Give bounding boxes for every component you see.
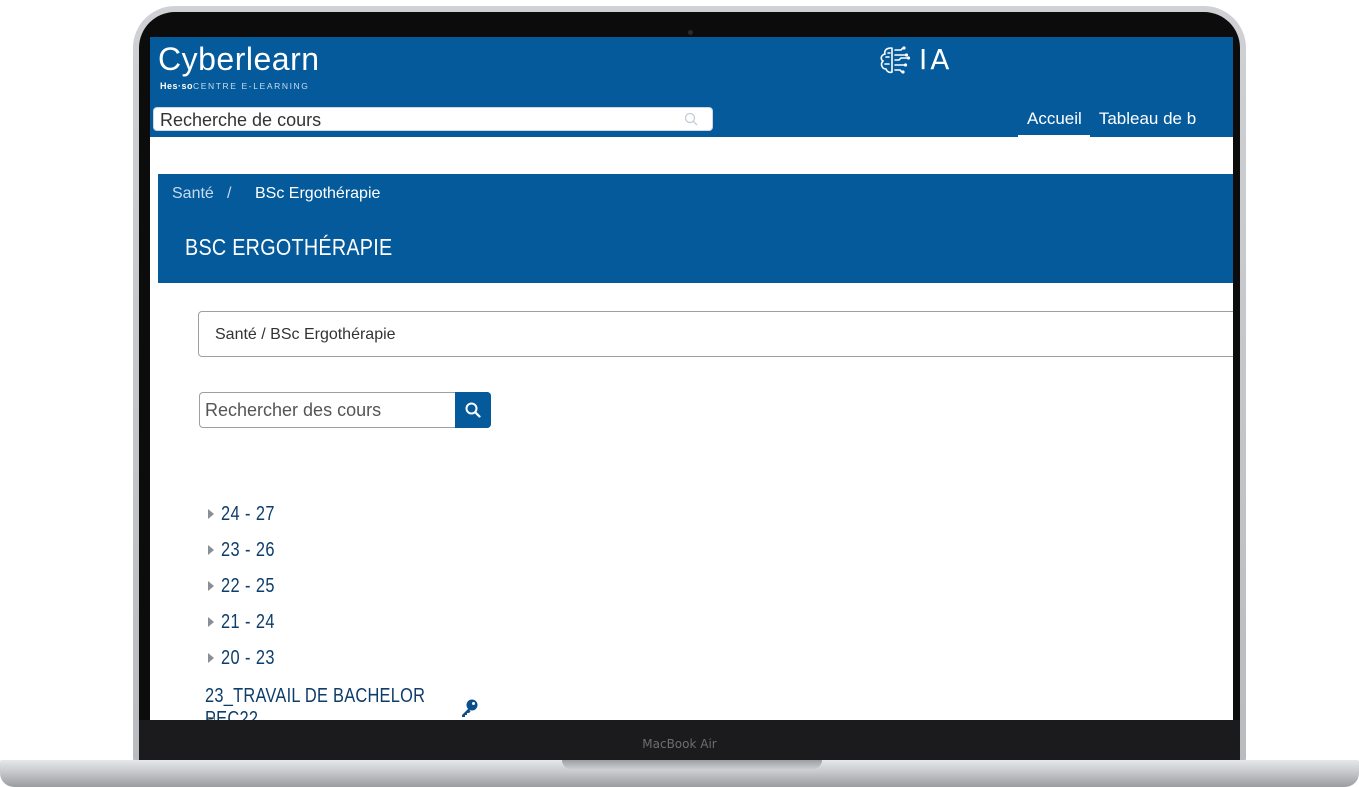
search-icon <box>465 402 481 418</box>
category-item[interactable]: 20 - 23 <box>208 640 287 676</box>
category-item[interactable]: 21 - 24 <box>208 604 287 640</box>
main-nav: Accueil Tableau de b <box>1018 109 1204 138</box>
category-label[interactable]: 21 - 24 <box>221 611 275 634</box>
category-label[interactable]: 23 - 26 <box>221 539 275 562</box>
breadcrumb-link-sante[interactable]: Santé <box>172 185 214 203</box>
category-item[interactable]: 24 - 27 <box>208 496 287 532</box>
course-icon <box>208 717 215 720</box>
course-search-button[interactable] <box>455 392 491 428</box>
nav-item-tableau-de-bord[interactable]: Tableau de b <box>1090 109 1204 138</box>
expand-arrow-icon[interactable] <box>208 617 214 627</box>
category-label[interactable]: 22 - 25 <box>221 575 275 598</box>
nav-item-accueil[interactable]: Accueil <box>1018 109 1090 138</box>
logo-brand: Hes·so <box>160 81 194 91</box>
category-select-value: Santé / BSc Ergothérapie <box>215 326 396 343</box>
site-logo[interactable]: Cyberlearn <box>158 41 320 78</box>
expand-arrow-icon[interactable] <box>208 545 214 555</box>
expand-arrow-icon[interactable] <box>208 509 214 519</box>
camera <box>688 30 693 35</box>
site-header: Cyberlearn Hes·soCENTRE E-LEARNING IA Re… <box>150 37 1233 138</box>
device-label: MacBook Air <box>642 737 717 751</box>
ia-badge[interactable]: IA <box>877 43 952 76</box>
breadcrumb: Santé / BSc Ergothérapie <box>158 174 1233 214</box>
category-tree: 24 - 27 23 - 26 22 - 25 21 - 24 20 - 23 <box>208 496 287 676</box>
expand-arrow-icon[interactable] <box>208 653 214 663</box>
expand-arrow-icon[interactable] <box>208 581 214 591</box>
course-title[interactable]: 23_TRAVAIL DE BACHELOR PEC22 <box>205 685 441 720</box>
course-search-input[interactable]: Rechercher des cours <box>199 392 491 428</box>
course-search-placeholder: Rechercher des cours <box>205 400 382 420</box>
page-header: BSC ERGOTHÉRAPIE <box>158 214 1233 283</box>
category-label[interactable]: 20 - 23 <box>221 647 275 670</box>
course-link[interactable]: 23_TRAVAIL DE BACHELOR PEC22 <box>205 685 479 720</box>
key-icon <box>462 699 478 717</box>
logo-subtitle-text: CENTRE E-LEARNING <box>193 81 310 91</box>
category-label[interactable]: 24 - 27 <box>221 503 275 526</box>
breadcrumb-separator: / <box>227 185 232 202</box>
header-search-input[interactable]: Recherche de cours <box>153 107 713 131</box>
page-title: BSC ERGOTHÉRAPIE <box>185 234 393 260</box>
laptop-notch <box>562 760 822 769</box>
category-item[interactable]: 22 - 25 <box>208 568 287 604</box>
category-select[interactable]: Santé / BSc Ergothérapie <box>198 311 1233 357</box>
browser-screen: Cyberlearn Hes·soCENTRE E-LEARNING IA Re… <box>150 37 1233 720</box>
brain-circuit-icon <box>880 45 911 74</box>
category-item[interactable]: 23 - 26 <box>208 532 287 568</box>
search-icon[interactable] <box>684 112 698 126</box>
breadcrumb-current: BSc Ergothérapie <box>255 185 381 202</box>
ia-label: IA <box>919 43 953 76</box>
header-search-placeholder: Recherche de cours <box>160 110 322 130</box>
logo-subtitle: Hes·soCENTRE E-LEARNING <box>160 81 309 91</box>
